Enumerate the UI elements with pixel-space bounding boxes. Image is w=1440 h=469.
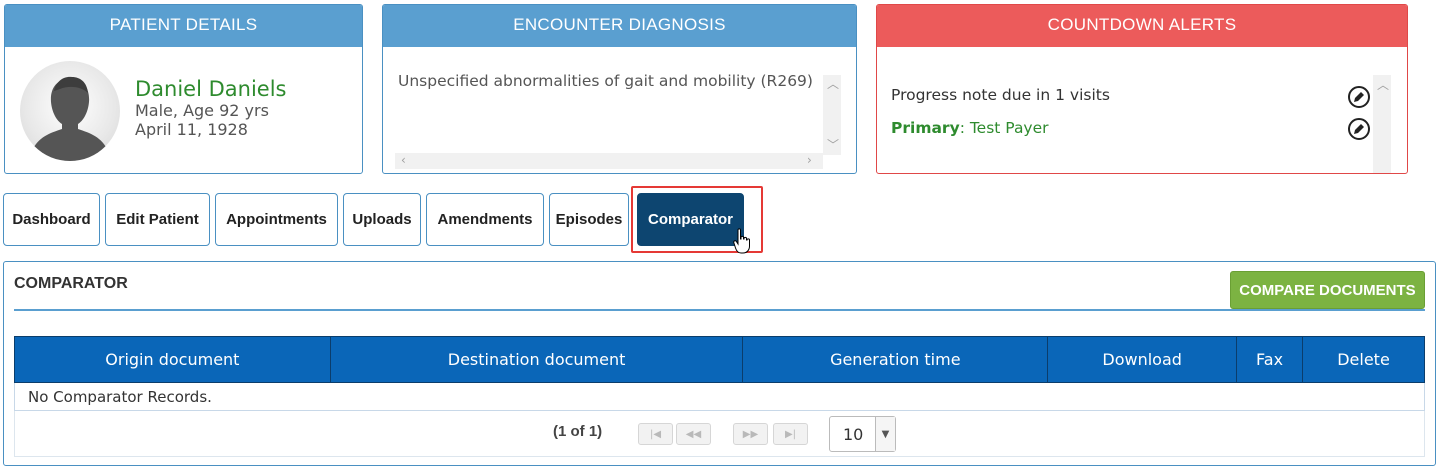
alert-progress-note: Progress note due in 1 visits	[891, 86, 1110, 104]
previous-page-button[interactable]: ◀◀	[676, 423, 711, 445]
column-generation-time[interactable]: Generation time	[742, 336, 1049, 383]
table-row: No Comparator Records.	[14, 382, 1425, 411]
primary-value: : Test Payer	[959, 119, 1049, 137]
rows-per-page-select[interactable]: 10 ▼	[829, 416, 896, 452]
patient-details-title: PATIENT DETAILS	[5, 5, 362, 47]
countdown-alerts-panel: COUNTDOWN ALERTS Progress note due in 1 …	[876, 4, 1408, 174]
user-silhouette-icon	[32, 76, 108, 161]
diagnosis-text: Unspecified abnormalities of gait and mo…	[398, 72, 813, 90]
tab-edit-patient[interactable]: Edit Patient	[105, 193, 210, 246]
column-delete[interactable]: Delete	[1302, 336, 1425, 383]
diagnosis-horizontal-scrollbar[interactable]: ‹ ›	[395, 153, 823, 169]
scroll-up-icon[interactable]: ︿	[1377, 79, 1389, 91]
column-download[interactable]: Download	[1047, 336, 1238, 383]
edit-primary-icon[interactable]	[1348, 118, 1370, 140]
tab-amendments[interactable]: Amendments	[426, 193, 544, 246]
scroll-left-icon[interactable]: ‹	[401, 154, 406, 166]
avatar	[20, 61, 120, 161]
tab-uploads[interactable]: Uploads	[343, 193, 421, 246]
column-destination-document[interactable]: Destination document	[329, 336, 744, 383]
empty-message: No Comparator Records.	[14, 382, 1425, 411]
table-header-row: Origin document Destination document Gen…	[14, 336, 1425, 383]
edit-alert-icon[interactable]	[1348, 86, 1370, 108]
section-divider	[14, 309, 1425, 311]
diagnosis-vertical-scrollbar[interactable]: ︿ ﹀	[823, 75, 841, 155]
scroll-up-icon[interactable]: ︿	[827, 78, 839, 90]
scroll-down-icon[interactable]: ﹀	[827, 139, 839, 151]
column-origin-document[interactable]: Origin document	[14, 336, 331, 383]
next-page-button[interactable]: ▶▶	[733, 423, 768, 445]
encounter-diagnosis-title: ENCOUNTER DIAGNOSIS	[383, 5, 856, 47]
comparator-title: COMPARATOR	[14, 275, 128, 292]
comparator-table: Origin document Destination document Gen…	[14, 336, 1425, 411]
first-page-button[interactable]: |◀	[638, 423, 673, 445]
patient-details-panel: PATIENT DETAILS Daniel Daniels Male, Age…	[4, 4, 363, 174]
encounter-diagnosis-panel: ENCOUNTER DIAGNOSIS Unspecified abnormal…	[382, 4, 857, 174]
tab-episodes[interactable]: Episodes	[549, 193, 629, 246]
scroll-right-icon[interactable]: ›	[807, 154, 812, 166]
countdown-alerts-title: COUNTDOWN ALERTS	[877, 5, 1407, 47]
next-page-icon: ▶▶	[742, 428, 759, 440]
chevron-down-icon[interactable]: ▼	[875, 417, 895, 451]
first-page-icon: |◀	[649, 428, 662, 440]
patient-dob: April 11, 1928	[135, 120, 248, 139]
tab-dashboard[interactable]: Dashboard	[3, 193, 100, 246]
hand-cursor-icon	[733, 228, 750, 254]
page-info: (1 of 1)	[553, 423, 603, 440]
paginator: (1 of 1) |◀ ◀◀ ▶▶ ▶| 10 ▼	[14, 411, 1425, 457]
alert-primary-payer: Primary: Test Payer	[891, 119, 1049, 137]
alerts-vertical-scrollbar[interactable]: ︿	[1373, 75, 1391, 173]
patient-name[interactable]: Daniel Daniels	[135, 77, 287, 101]
rows-per-page-value: 10	[843, 425, 864, 444]
previous-page-icon: ◀◀	[685, 428, 702, 440]
tab-appointments[interactable]: Appointments	[215, 193, 338, 246]
patient-gender-age: Male, Age 92 yrs	[135, 101, 269, 120]
column-fax[interactable]: Fax	[1236, 336, 1304, 383]
last-page-button[interactable]: ▶|	[773, 423, 808, 445]
compare-documents-button[interactable]: COMPARE DOCUMENTS	[1230, 271, 1425, 309]
last-page-icon: ▶|	[784, 428, 797, 440]
primary-label: Primary	[891, 119, 960, 137]
